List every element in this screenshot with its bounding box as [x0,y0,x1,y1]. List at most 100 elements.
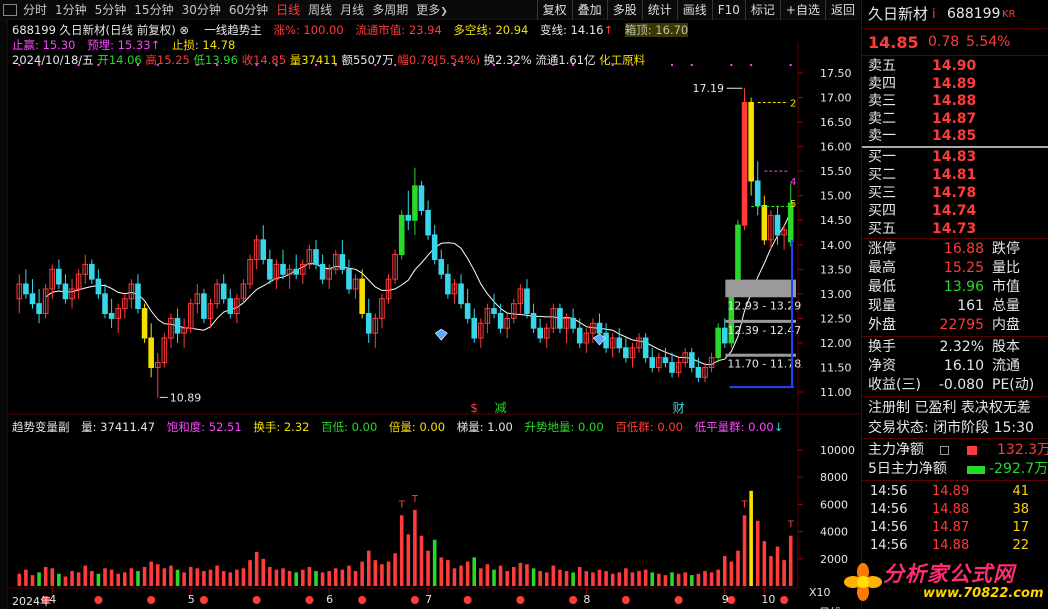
bid-row[interactable]: 买四 14.74 [862,202,1048,221]
main-net-row[interactable]: 主力净额 132.3万 [862,441,1048,460]
add-watchlist-button[interactable]: +自选 [779,0,825,20]
y-tick-label: 14.00 [820,239,852,252]
volume-bar [544,572,549,586]
candle-body [141,308,148,339]
adjust-button[interactable]: 复权 [536,0,572,20]
volume-bar [729,561,734,586]
candle-body [715,327,721,359]
period-tab-60min[interactable]: 60分钟 [225,1,272,18]
period-tab-multi[interactable]: 多周期 [368,1,412,18]
volume-bar [380,564,384,586]
mark-button[interactable]: 标记 [744,0,780,20]
period-tab-more[interactable]: 更多❯ [412,1,452,18]
candle-body [616,337,623,349]
volume-tick-label: 8000 [820,471,848,484]
draw-line-button[interactable]: 画线 [676,0,712,20]
candle-body [319,263,326,280]
volume-top-marker: T [787,520,795,531]
volume-bar [591,572,595,586]
period-tab-5min[interactable]: 5分钟 [91,1,131,18]
volume-bar [465,561,470,586]
signal-dot [552,64,555,66]
volume-bar [208,569,213,586]
x-tick-label: 7 [425,593,432,606]
candle-body [748,101,754,182]
bottom-signal-icon [569,596,578,604]
zone-label-3: 11.70 - 11.78 [727,358,801,371]
period-tab-monthly[interactable]: 月线 [336,1,368,18]
volume-bar [169,565,173,586]
candle-body [95,278,102,295]
bid-row[interactable]: 买三 14.78 [862,184,1048,203]
zoom-indicator[interactable]: X10 [809,586,831,599]
sub-indicator-name[interactable]: 趋势变量副 [12,420,70,434]
period-tab-30min[interactable]: 30分钟 [178,1,225,18]
bid-row[interactable]: 买五 14.73 [862,220,1048,239]
candle-body [418,185,425,211]
volume-bar [142,566,147,586]
period-tab-15min[interactable]: 15分钟 [130,1,177,18]
back-button[interactable]: 返回 [824,0,860,20]
sub-ladder: 梯量: 1.00 [456,420,513,434]
period-tab-intraday[interactable]: 分时 [19,1,51,18]
candle-body [359,278,365,314]
candle-body [346,268,352,290]
volume-bar [577,566,582,586]
site-watermark: 分析家公式网 www.70822.com [843,556,1048,609]
y-tick-label: 11.50 [820,361,852,374]
volume-bar [373,560,378,586]
signal-dot [512,64,515,66]
ask-row[interactable]: 卖一 14.85 [862,127,1048,146]
candle-body [227,298,234,314]
signal-dot [275,64,278,66]
f10-button[interactable]: F10 [711,0,745,20]
volume-bar [663,575,668,586]
candle-body [431,234,438,260]
volume-bar [70,571,74,586]
ask-row[interactable]: 卖五 14.90 [862,57,1048,76]
bid-row[interactable]: 买二 14.81 [862,166,1048,185]
volume-bar [399,515,404,586]
volume-bar [24,569,28,586]
y-tick-label: 14.50 [820,214,852,227]
candle-body [412,185,418,221]
volume-bar [76,572,81,586]
volume-bar [525,564,529,586]
volume-bar [742,515,747,586]
volume-top-marker: T [398,499,406,510]
volume-bar [393,553,397,586]
tick-time: 14:56 [870,484,908,499]
volume-bar [657,573,661,586]
stats-button[interactable]: 统计 [641,0,677,20]
signal-dot [750,64,753,66]
sub-turnover: 换手: 2.32 [253,420,310,434]
period-tab-1min[interactable]: 1分钟 [51,1,91,18]
signal-dot [156,64,159,66]
kline-chart[interactable]: 688199 久日新材(日线 前复权) ⊗ 一线趋势主 涨%: 100.00 流… [8,20,860,609]
ask-row[interactable]: 卖二 14.87 [862,110,1048,129]
ask-row[interactable]: 卖四 14.89 [862,75,1048,94]
volume-bar [268,566,272,586]
candle-body [623,347,629,359]
volume-bar [762,541,767,586]
overlay-button[interactable]: 叠加 [571,0,607,20]
volume-bar [696,573,701,586]
multi-stock-button[interactable]: 多股 [606,0,642,20]
side-tab-strip[interactable] [0,20,8,609]
volume-bar [439,557,444,586]
menu-icon[interactable] [3,3,17,16]
period-tab-weekly[interactable]: 周线 [304,1,336,18]
period-tab-daily[interactable]: 日线 [272,1,304,18]
ask-row[interactable]: 卖三 14.88 [862,92,1048,111]
candle-body [464,303,471,319]
volume-bar [301,569,305,586]
bid-row[interactable]: 买一 14.83 [862,148,1048,167]
price-chart-svg[interactable]: 17.50 17.00 16.50 16.00 15.50 15.00 14.50 14.00… [8,20,860,609]
volume-bar [281,568,285,586]
volume-bar [136,571,140,586]
volume-bar [446,560,450,586]
event-dividend-label: $ [470,401,478,415]
volume-bar [228,572,233,586]
volume-bar [155,564,160,586]
volume-bar [129,568,134,586]
